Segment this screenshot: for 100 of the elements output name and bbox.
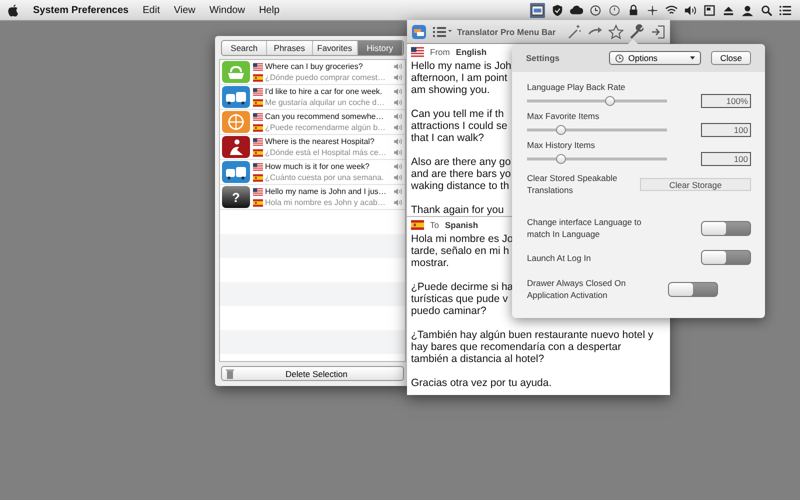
move-icon[interactable]: [646, 4, 659, 16]
tab[interactable]: History: [358, 41, 403, 55]
history-item[interactable]: Where can I buy groceries? ¿Dónde puedo comprar comest…: [220, 60, 405, 85]
input-menu-icon[interactable]: [703, 4, 716, 16]
text-line: hay bares que recomendaría con a despertar: [411, 341, 622, 353]
text-line: am showing you.: [411, 84, 490, 96]
text-line: Gracias otra vez por tu ayuda.: [411, 377, 552, 389]
phrase-text: Hello my name is John and I jus…: [265, 187, 388, 196]
us-flag-icon: [253, 138, 263, 146]
toggle-label: Change interface Language to match In Language: [527, 216, 642, 240]
value-field[interactable]: 100%: [701, 94, 751, 108]
text-line: turísticas que pude v: [411, 293, 508, 305]
text-line: afternoon, I am point: [411, 72, 508, 84]
close-button[interactable]: Close: [711, 51, 751, 65]
magic-wand-icon[interactable]: [566, 24, 582, 40]
spain-flag-icon: [253, 74, 263, 82]
translation-text: ¿Dónde está el Hospital más ce…: [265, 148, 388, 157]
text-line: waking distance to th: [411, 180, 510, 192]
help-icon: ?: [222, 186, 250, 208]
language-name[interactable]: English: [456, 47, 487, 57]
user-icon[interactable]: [741, 4, 754, 16]
language-name[interactable]: Spanish: [444, 220, 478, 230]
history-item[interactable]: ? Hello my name is John and I jus… Hola mi nombre es John y acab…: [220, 185, 405, 210]
bus-icon: [222, 86, 250, 108]
history-item[interactable]: How much is it for one week? ¿Cuánto cuesta por una semana.: [220, 160, 405, 185]
search-icon[interactable]: [760, 4, 773, 16]
value-field[interactable]: 100: [701, 152, 751, 166]
speaker-icon[interactable]: [394, 113, 403, 120]
speaker-icon[interactable]: [394, 188, 403, 195]
clock-icon[interactable]: [589, 4, 602, 16]
trash-icon: [226, 368, 234, 378]
text-line: ¿También hay algún buen restaurante nuevo hotel y: [411, 329, 654, 341]
speaker-icon[interactable]: [394, 124, 403, 131]
lock-icon[interactable]: [627, 4, 640, 16]
phrase-text: Where can I buy groceries?: [265, 62, 364, 71]
toggle-switch[interactable]: [701, 220, 751, 236]
clear-storage-button[interactable]: Clear Storage: [640, 178, 751, 190]
options-dropdown[interactable]: Options: [609, 51, 702, 65]
text-line: Also are there any go: [411, 156, 511, 168]
spain-flag-icon: [253, 174, 263, 182]
shield-icon[interactable]: [551, 4, 564, 16]
delete-selection-button[interactable]: Delete Selection: [221, 366, 404, 381]
toggle-switch[interactable]: [668, 282, 718, 296]
toggle-switch[interactable]: [701, 250, 751, 265]
settings-title: Settings: [526, 53, 561, 63]
app-icon[interactable]: [411, 24, 427, 40]
us-flag-icon: [253, 162, 263, 170]
us-flag-icon: [411, 47, 424, 57]
us-flag-icon: [253, 188, 263, 196]
list-icon[interactable]: [779, 4, 792, 16]
history-item[interactable]: I'd like to hire a car for one week. Me gustaría alquilar un coche d…: [220, 85, 405, 110]
phrase-text: I'd like to hire a car for one week.: [265, 87, 384, 96]
value-field[interactable]: 100: [701, 123, 751, 137]
text-line: tarde, señalo en mi h: [411, 245, 510, 257]
menu-item[interactable]: Edit: [142, 4, 160, 16]
speaker-icon[interactable]: [394, 199, 403, 206]
app-menu[interactable]: System Preferences: [33, 4, 129, 16]
text-line: puedo caminar?: [411, 305, 486, 317]
tab[interactable]: Phrases: [267, 41, 312, 55]
cloud-icon[interactable]: [570, 4, 583, 16]
tab[interactable]: Search: [222, 41, 268, 55]
translation-text: Me gustaría alquilar un coche d…: [265, 98, 386, 107]
text-line: attractions I could se: [411, 120, 508, 132]
speaker-icon[interactable]: [394, 74, 403, 81]
clear-storage-label: Clear Stored Speakable Translations: [527, 172, 618, 196]
speaker-icon[interactable]: [394, 138, 403, 145]
menu-item[interactable]: Help: [258, 4, 280, 16]
apple-logo-icon[interactable]: [8, 4, 19, 16]
speaker-icon[interactable]: [394, 63, 403, 70]
window-title: Translator Pro Menu Bar: [457, 26, 557, 36]
history-item[interactable]: Where is the nearest Hospital? ¿Dónde está el Hospital más ce…: [220, 135, 405, 160]
compass-icon: [222, 111, 250, 133]
spain-flag-icon: [253, 98, 263, 106]
star-icon[interactable]: [608, 24, 624, 40]
speaker-icon[interactable]: [394, 174, 403, 181]
volume-icon[interactable]: [684, 4, 697, 16]
speaker-icon[interactable]: [394, 99, 403, 106]
history-item[interactable]: Can you recommend somewhe… ¿Puede recomendarme algún b…: [220, 110, 405, 135]
text-line: mostrar.: [411, 257, 449, 269]
speaker-icon[interactable]: [394, 163, 403, 170]
speaker-icon[interactable]: [394, 88, 403, 95]
history-clock-icon[interactable]: [608, 4, 621, 16]
toggle-label: Launch At Log In: [527, 252, 592, 264]
phrase-text: Can you recommend somewhe…: [265, 112, 385, 121]
slider-thumb[interactable]: [556, 125, 566, 135]
menu-item[interactable]: View: [174, 4, 196, 16]
exit-icon[interactable]: [650, 24, 666, 40]
spain-flag-icon: [411, 220, 424, 230]
bus-icon: [222, 161, 250, 183]
history-icon: [615, 54, 624, 62]
slider-thumb[interactable]: [604, 96, 615, 106]
slider-label: Language Play Back Rate: [527, 82, 626, 92]
slider-thumb[interactable]: [556, 154, 566, 164]
text-line: Thank again for you: [411, 204, 504, 216]
wifi-icon[interactable]: [665, 4, 678, 16]
translation-text: ¿Dónde puedo comprar comest…: [265, 73, 386, 82]
translator-icon[interactable]: [530, 2, 545, 18]
language-prefix: To: [430, 220, 439, 230]
speaker-icon[interactable]: [394, 149, 403, 156]
menu-item[interactable]: Window: [209, 4, 245, 16]
